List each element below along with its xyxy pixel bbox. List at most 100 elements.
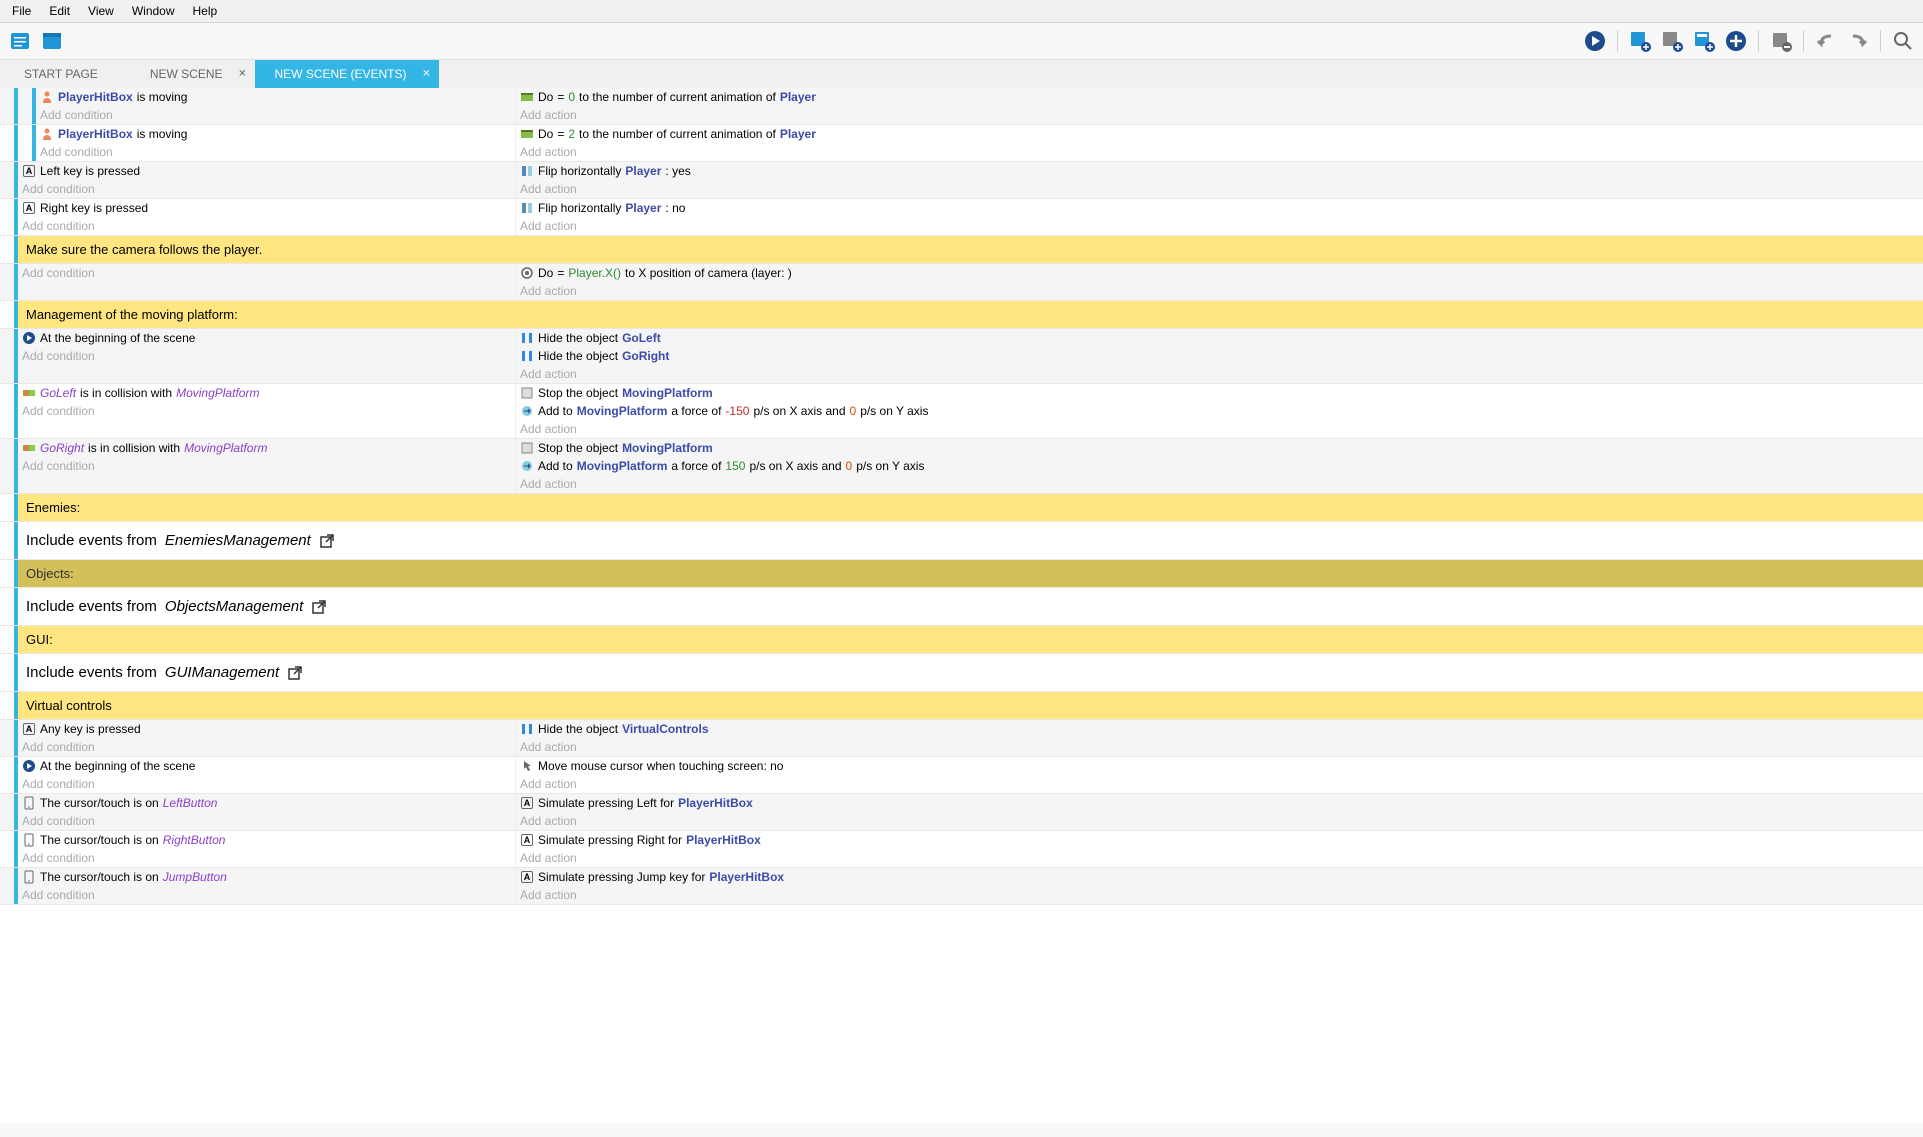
condition-line[interactable]: The cursor/touch is on JumpButton	[18, 868, 515, 886]
add-condition-link[interactable]: Add condition	[18, 457, 515, 475]
add-action-link[interactable]: Add action	[516, 475, 1923, 493]
add-condition-link[interactable]: Add condition	[18, 775, 515, 793]
close-icon[interactable]: ✕	[422, 69, 430, 80]
action-line[interactable]: Add to MovingPlatform a force of 150 p/s…	[516, 457, 1923, 475]
action-line[interactable]: Add to MovingPlatform a force of -150 p/…	[516, 402, 1923, 420]
project-manager-icon[interactable]	[8, 29, 32, 53]
comment-row[interactable]: Virtual controls	[0, 692, 1923, 720]
condition-line[interactable]: The cursor/touch is on LeftButton	[18, 794, 515, 812]
add-condition-link[interactable]: Add condition	[18, 886, 515, 904]
condition-line[interactable]: At the beginning of the scene	[18, 329, 515, 347]
add-action-link[interactable]: Add action	[516, 886, 1923, 904]
action-line[interactable]: Hide the object VirtualControls	[516, 720, 1923, 738]
tab-start-page[interactable]: START PAGE	[4, 60, 130, 88]
search-icon[interactable]	[1891, 29, 1915, 53]
event-row[interactable]: GoLeft is in collision with MovingPlatfo…	[0, 384, 1923, 439]
comment-row[interactable]: Objects:	[0, 560, 1923, 588]
add-condition-link[interactable]: Add condition	[18, 264, 515, 282]
add-action-link[interactable]: Add action	[516, 775, 1923, 793]
open-external-icon[interactable]	[287, 665, 303, 681]
event-row[interactable]: PlayerHitBox is moving Add condition Do …	[0, 125, 1923, 162]
action-line[interactable]: Do = 2 to the number of current animatio…	[516, 125, 1923, 143]
add-action-link[interactable]: Add action	[516, 282, 1923, 300]
action-line[interactable]: Move mouse cursor when touching screen: …	[516, 757, 1923, 775]
open-external-icon[interactable]	[311, 599, 327, 615]
condition-line[interactable]: A Any key is pressed	[18, 720, 515, 738]
event-row[interactable]: PlayerHitBox is moving Add condition Do …	[0, 88, 1923, 125]
condition-line[interactable]: PlayerHitBox is moving	[36, 88, 515, 106]
add-action-link[interactable]: Add action	[516, 143, 1923, 161]
scene-editor-icon[interactable]	[40, 29, 64, 53]
event-row[interactable]: Add condition Do = Player.X() to X posit…	[0, 264, 1923, 301]
add-action-link[interactable]: Add action	[516, 180, 1923, 198]
add-condition-link[interactable]: Add condition	[18, 217, 515, 235]
condition-line[interactable]: GoRight is in collision with MovingPlatf…	[18, 439, 515, 457]
add-scene-icon[interactable]	[1628, 29, 1652, 53]
add-action-link[interactable]: Add action	[516, 420, 1923, 438]
add-condition-link[interactable]: Add condition	[18, 738, 515, 756]
event-row[interactable]: GoRight is in collision with MovingPlatf…	[0, 439, 1923, 494]
action-line[interactable]: Hide the object GoRight	[516, 347, 1923, 365]
condition-line[interactable]: PlayerHitBox is moving	[36, 125, 515, 143]
open-external-icon[interactable]	[319, 533, 335, 549]
add-external-icon[interactable]	[1660, 29, 1684, 53]
include-row[interactable]: Include events from ObjectsManagement	[0, 588, 1923, 626]
action-line[interactable]: A Simulate pressing Jump key for PlayerH…	[516, 868, 1923, 886]
add-layout-icon[interactable]	[1692, 29, 1716, 53]
menu-edit[interactable]: Edit	[41, 2, 78, 20]
redo-icon[interactable]	[1846, 29, 1870, 53]
condition-line[interactable]: A Left key is pressed	[18, 162, 515, 180]
event-row[interactable]: A Right key is pressed Add condition Fli…	[0, 199, 1923, 236]
add-condition-link[interactable]: Add condition	[18, 180, 515, 198]
action-line[interactable]: Stop the object MovingPlatform	[516, 384, 1923, 402]
event-row[interactable]: At the beginning of the scene Add condit…	[0, 757, 1923, 794]
comment-row[interactable]: Enemies:	[0, 494, 1923, 522]
close-icon[interactable]: ✕	[238, 69, 246, 80]
menu-view[interactable]: View	[80, 2, 122, 20]
event-row[interactable]: The cursor/touch is on RightButton Add c…	[0, 831, 1923, 868]
action-line[interactable]: Do = Player.X() to X position of camera …	[516, 264, 1923, 282]
add-condition-link[interactable]: Add condition	[18, 402, 515, 420]
add-action-link[interactable]: Add action	[516, 849, 1923, 867]
condition-line[interactable]: The cursor/touch is on RightButton	[18, 831, 515, 849]
add-condition-link[interactable]: Add condition	[36, 143, 515, 161]
event-row[interactable]: At the beginning of the scene Add condit…	[0, 329, 1923, 384]
condition-line[interactable]: A Right key is pressed	[18, 199, 515, 217]
action-line[interactable]: A Simulate pressing Right for PlayerHitB…	[516, 831, 1923, 849]
add-condition-link[interactable]: Add condition	[18, 849, 515, 867]
action-line[interactable]: Hide the object GoLeft	[516, 329, 1923, 347]
comment-row[interactable]: Management of the moving platform:	[0, 301, 1923, 329]
include-row[interactable]: Include events from EnemiesManagement	[0, 522, 1923, 560]
action-line[interactable]: Flip horizontally Player : yes	[516, 162, 1923, 180]
condition-line[interactable]: GoLeft is in collision with MovingPlatfo…	[18, 384, 515, 402]
comment-row[interactable]: GUI:	[0, 626, 1923, 654]
add-action-link[interactable]: Add action	[516, 738, 1923, 756]
event-row[interactable]: A Any key is pressed Add condition Hide …	[0, 720, 1923, 757]
add-condition-link[interactable]: Add condition	[36, 106, 515, 124]
add-action-link[interactable]: Add action	[516, 217, 1923, 235]
delete-icon[interactable]	[1769, 29, 1793, 53]
add-condition-link[interactable]: Add condition	[18, 812, 515, 830]
include-row[interactable]: Include events from GUIManagement	[0, 654, 1923, 692]
event-row[interactable]: The cursor/touch is on JumpButton Add co…	[0, 868, 1923, 905]
play-icon[interactable]	[1583, 29, 1607, 53]
menu-help[interactable]: Help	[185, 2, 226, 20]
add-action-link[interactable]: Add action	[516, 365, 1923, 383]
condition-line[interactable]: At the beginning of the scene	[18, 757, 515, 775]
comment-row[interactable]: Make sure the camera follows the player.	[0, 236, 1923, 264]
add-action-link[interactable]: Add action	[516, 106, 1923, 124]
event-row[interactable]: A Left key is pressed Add condition Flip…	[0, 162, 1923, 199]
action-line[interactable]: Flip horizontally Player : no	[516, 199, 1923, 217]
action-line[interactable]: A Simulate pressing Left for PlayerHitBo…	[516, 794, 1923, 812]
event-row[interactable]: The cursor/touch is on LeftButton Add co…	[0, 794, 1923, 831]
menu-window[interactable]: Window	[124, 2, 183, 20]
add-condition-link[interactable]: Add condition	[18, 347, 515, 365]
action-line[interactable]: Do = 0 to the number of current animatio…	[516, 88, 1923, 106]
action-line[interactable]: Stop the object MovingPlatform	[516, 439, 1923, 457]
add-object-icon[interactable]	[1724, 29, 1748, 53]
tab-new-scene-events[interactable]: NEW SCENE (EVENTS)✕	[255, 60, 439, 88]
undo-icon[interactable]	[1814, 29, 1838, 53]
tab-new-scene[interactable]: NEW SCENE✕	[130, 60, 255, 88]
add-action-link[interactable]: Add action	[516, 812, 1923, 830]
menu-file[interactable]: File	[4, 2, 39, 20]
